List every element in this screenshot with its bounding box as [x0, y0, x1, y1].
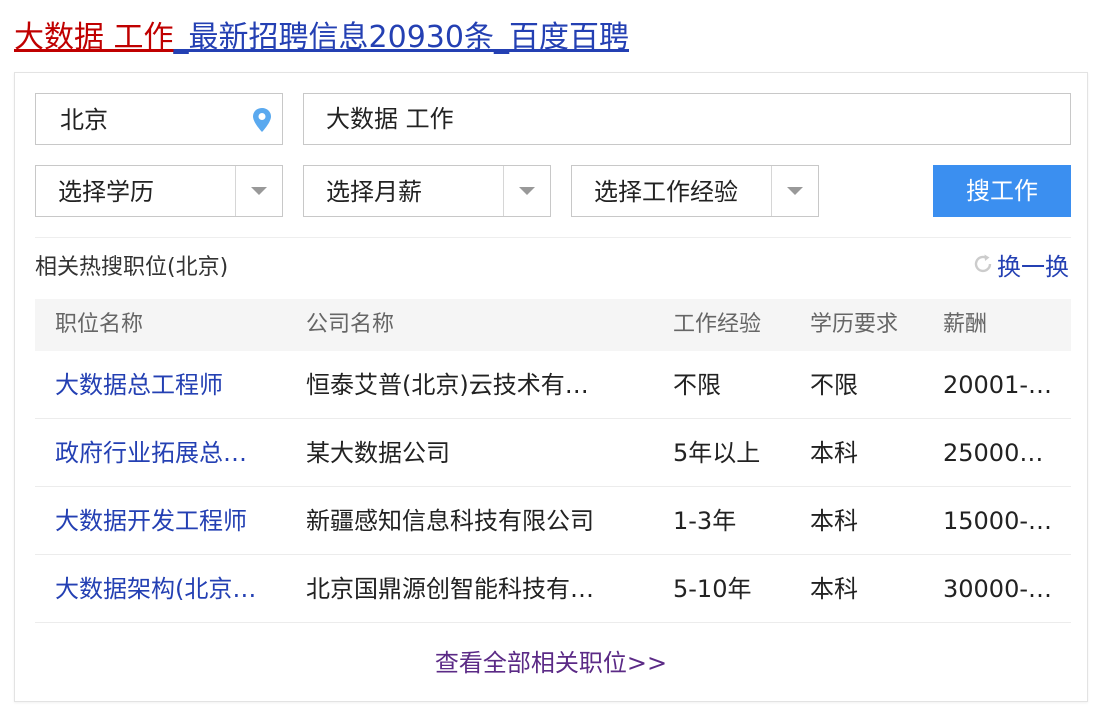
title-rest[interactable]: _最新招聘信息20930条_百度百聘: [174, 20, 629, 55]
view-all-jobs-link[interactable]: 查看全部相关职位>>: [15, 647, 1087, 679]
education-select-label: 选择学历: [58, 178, 154, 206]
experience-value: 5年以上: [673, 439, 761, 467]
result-title-link[interactable]: 大数据 工作_最新招聘信息20930条_百度百聘: [14, 18, 629, 58]
education-value: 本科: [810, 507, 858, 535]
job-title-link[interactable]: 大数据架构(北京…: [55, 574, 256, 604]
table-header: 职位名称 公司名称 工作经验 学历要求 薪酬: [35, 299, 1071, 351]
header-salary: 薪酬: [943, 312, 988, 337]
header-job-title: 职位名称: [55, 312, 144, 337]
education-value: 本科: [810, 439, 858, 467]
table-row: 大数据架构(北京… 北京国鼎源创智能科技有… 5-10年 本科 30000-…: [35, 555, 1071, 623]
chevron-down-icon: [519, 187, 535, 195]
chevron-down-icon: [787, 187, 803, 195]
refresh-button[interactable]: 换一换: [971, 251, 1069, 284]
job-title-link[interactable]: 大数据开发工程师: [55, 506, 247, 536]
refresh-icon: [971, 252, 995, 284]
city-value: 北京: [60, 106, 108, 134]
job-title-link[interactable]: 大数据总工程师: [55, 370, 223, 400]
salary-value: 15000-…: [943, 507, 1053, 535]
experience-value: 不限: [673, 371, 721, 399]
title-keyword[interactable]: 大数据 工作: [14, 20, 174, 55]
salary-value: 30000-…: [943, 575, 1053, 603]
experience-value: 5-10年: [673, 575, 752, 603]
refresh-label: 换一换: [997, 253, 1069, 281]
salary-value: 25000…: [943, 439, 1044, 467]
education-value: 本科: [810, 575, 858, 603]
header-company: 公司名称: [306, 312, 395, 337]
header-education: 学历要求: [810, 312, 899, 337]
table-row: 政府行业拓展总… 某大数据公司 5年以上 本科 25000…: [35, 419, 1071, 487]
search-jobs-button[interactable]: 搜工作: [933, 165, 1071, 217]
table-row: 大数据总工程师 恒泰艾普(北京)云技术有… 不限 不限 20001-…: [35, 351, 1071, 419]
experience-select[interactable]: 选择工作经验: [571, 165, 819, 217]
salary-select-label: 选择月薪: [326, 178, 422, 206]
job-title-link[interactable]: 政府行业拓展总…: [55, 438, 247, 468]
select-divider: [771, 166, 772, 216]
experience-value: 1-3年: [673, 507, 737, 535]
education-value: 不限: [810, 371, 858, 399]
select-divider: [235, 166, 236, 216]
salary-value: 20001-…: [943, 371, 1053, 399]
company-name: 某大数据公司: [306, 439, 450, 467]
salary-select[interactable]: 选择月薪: [303, 165, 551, 217]
city-selector[interactable]: 北京: [35, 93, 283, 145]
keyword-input[interactable]: 大数据 工作: [303, 93, 1071, 145]
company-name: 恒泰艾普(北京)云技术有…: [306, 371, 589, 399]
location-pin-icon[interactable]: [252, 107, 272, 139]
company-name: 北京国鼎源创智能科技有…: [306, 575, 594, 603]
chevron-down-icon: [251, 187, 267, 195]
company-name: 新疆感知信息科技有限公司: [306, 507, 594, 535]
hot-jobs-heading: 相关热搜职位(北京): [35, 255, 229, 280]
section-divider: [35, 237, 1071, 238]
select-divider: [503, 166, 504, 216]
keyword-value: 大数据 工作: [326, 105, 454, 133]
header-experience: 工作经验: [673, 312, 762, 337]
education-select[interactable]: 选择学历: [35, 165, 283, 217]
job-search-card: 北京 大数据 工作 选择学历 选择月薪 选择工作经验 搜工作 相关热搜职位(北京…: [14, 72, 1088, 702]
experience-select-label: 选择工作经验: [594, 178, 738, 206]
table-row: 大数据开发工程师 新疆感知信息科技有限公司 1-3年 本科 15000-…: [35, 487, 1071, 555]
